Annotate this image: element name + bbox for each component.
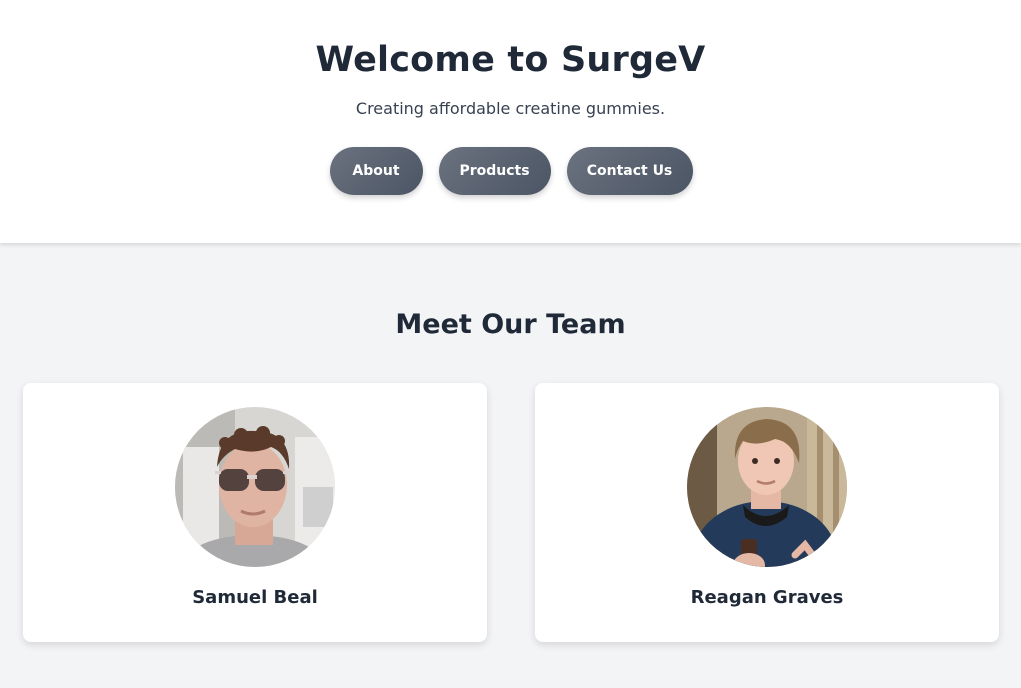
main-nav: About Products Contact Us — [0, 147, 1021, 195]
contact-us-button[interactable]: Contact Us — [566, 147, 693, 195]
team-member-card: Samuel Beal — [23, 383, 487, 642]
team-section: Meet Our Team Samuel Beal Reagan Graves — [0, 243, 1021, 688]
portrait-photo-icon — [687, 407, 847, 567]
team-member-name: Reagan Graves — [690, 587, 844, 608]
about-button[interactable]: About — [329, 147, 423, 195]
team-member-name: Samuel Beal — [192, 587, 318, 608]
page-subtitle: Creating affordable creatine gummies. — [355, 99, 666, 118]
avatar — [175, 407, 335, 567]
team-member-card: Reagan Graves — [535, 383, 999, 642]
page-title: Welcome to SurgeV — [315, 40, 706, 80]
team-heading: Meet Our Team — [395, 309, 626, 340]
products-button[interactable]: Products — [438, 147, 551, 195]
hero-header: Welcome to SurgeV Creating affordable cr… — [0, 0, 1021, 243]
avatar — [687, 407, 847, 567]
portrait-photo-icon — [175, 407, 335, 567]
